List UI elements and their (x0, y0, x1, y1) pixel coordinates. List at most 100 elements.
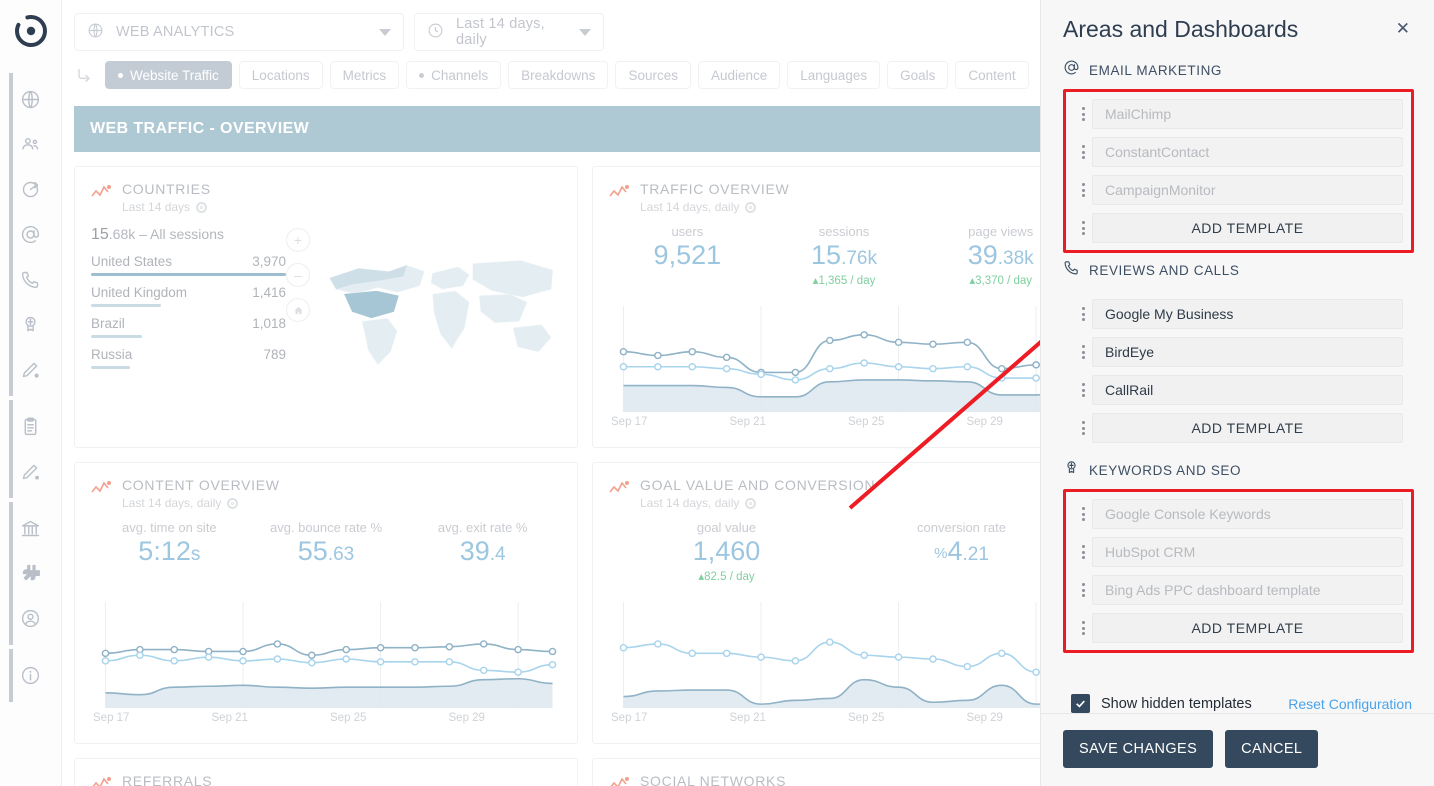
drag-handle-icon[interactable] (1074, 499, 1092, 529)
template-row[interactable]: ConstantContact (1074, 137, 1403, 167)
tab-locations[interactable]: Locations (238, 61, 323, 89)
sidebar-item-profile[interactable] (9, 596, 53, 641)
chevron-down-icon[interactable] (379, 28, 391, 36)
target-icon (745, 497, 757, 509)
drag-handle-icon[interactable] (1074, 613, 1092, 643)
template-name[interactable]: Google Console Keywords (1092, 499, 1403, 529)
template-name[interactable]: HubSpot CRM (1092, 537, 1403, 567)
template-name[interactable]: CampaignMonitor (1092, 175, 1403, 205)
chart-goal-value[interactable]: Sep 17 Sep 21 Sep 25 Sep 29 (609, 600, 1085, 735)
panel-section-list: MailChimp ConstantContact CampaignMonitor A… (1063, 89, 1414, 253)
add-template-row[interactable]: ADD TEMPLATE (1074, 213, 1403, 243)
widget-subtitle: Last 14 days (122, 200, 211, 214)
reset-configuration-link[interactable]: Reset Configuration (1288, 696, 1412, 712)
widget-social-networks[interactable]: SOCIAL NETWORKS Last 14 days (592, 758, 1096, 786)
country-row[interactable]: United Kingdom 1,416 (91, 285, 286, 307)
cancel-button[interactable]: CANCEL (1225, 730, 1319, 768)
minus-icon[interactable]: – (286, 263, 310, 287)
chart-content-overview[interactable]: Sep 17 Sep 21 Sep 25 Sep 29 (91, 600, 567, 735)
sidebar-item-web-analytics[interactable] (9, 77, 53, 122)
drag-handle-icon[interactable] (1074, 413, 1092, 443)
template-name[interactable]: Google My Business (1092, 299, 1403, 329)
date-range-selector[interactable]: Last 14 days, daily (414, 13, 604, 51)
template-row[interactable]: Bing Ads PPC dashboard template (1074, 575, 1403, 605)
widget-title: COUNTRIES (122, 181, 211, 197)
add-template-row[interactable]: ADD TEMPLATE (1074, 613, 1403, 643)
tab-channels[interactable]: Channels (406, 61, 502, 89)
drag-handle-icon[interactable] (1074, 213, 1092, 243)
widget-traffic-overview[interactable]: TRAFFIC OVERVIEW Last 14 days, daily use… (592, 166, 1096, 448)
world-map[interactable] (320, 226, 561, 391)
add-template-button[interactable]: ADD TEMPLATE (1092, 613, 1403, 643)
widget-content-overview[interactable]: CONTENT OVERVIEW Last 14 days, daily avg… (74, 462, 578, 744)
template-name[interactable]: Bing Ads PPC dashboard template (1092, 575, 1403, 605)
close-icon[interactable]: ✕ (1392, 16, 1414, 41)
sidebar-item-accounts[interactable] (9, 506, 53, 551)
sidebar-group (8, 398, 53, 500)
save-changes-button[interactable]: SAVE CHANGES (1063, 730, 1214, 768)
plus-icon[interactable]: + (286, 228, 310, 252)
template-row[interactable]: CallRail (1074, 375, 1403, 405)
widget-countries[interactable]: COUNTRIES Last 14 days 15.68k – All sess… (74, 166, 578, 448)
x-tick: Sep 21 (729, 416, 766, 428)
tab-website-traffic[interactable]: Website Traffic (105, 61, 232, 89)
tab-goals[interactable]: Goals (887, 61, 949, 89)
sidebar-item-integrations[interactable] (9, 551, 53, 596)
panel-sections: EMAIL MARKETING MailChimp ConstantContact C… (1041, 43, 1434, 680)
drag-handle-icon[interactable] (1074, 337, 1092, 367)
app-logo-icon[interactable] (13, 13, 49, 49)
template-row[interactable]: HubSpot CRM (1074, 537, 1403, 567)
country-row[interactable]: Brazil 1,018 (91, 316, 286, 338)
sidebar-item-ads[interactable] (9, 167, 53, 212)
add-template-button[interactable]: ADD TEMPLATE (1092, 413, 1403, 443)
widget-referrals[interactable]: REFERRALS Last 14 days (74, 758, 578, 786)
drag-handle-icon[interactable] (1074, 375, 1092, 405)
kpi-value: 39 (459, 536, 490, 566)
sidebar-item-reports[interactable] (9, 404, 53, 449)
chevron-down-icon[interactable] (579, 28, 591, 36)
tab-languages[interactable]: Languages (787, 61, 881, 89)
template-name[interactable]: CallRail (1092, 375, 1403, 405)
workspace-selector[interactable]: WEB ANALYTICS (74, 13, 404, 51)
add-template-row[interactable]: ADD TEMPLATE (1074, 413, 1403, 443)
template-row[interactable]: CampaignMonitor (1074, 175, 1403, 205)
country-row[interactable]: Russia 789 (91, 347, 286, 369)
drag-handle-icon[interactable] (1074, 137, 1092, 167)
widget-goal-value-and-conversion[interactable]: GOAL VALUE AND CONVERSION Last 14 days, … (592, 462, 1096, 744)
sidebar-item-audience[interactable] (9, 122, 53, 167)
home-icon[interactable] (286, 298, 310, 322)
kpi-users: users 9,521 (609, 224, 766, 287)
template-row[interactable]: BirdEye (1074, 337, 1403, 367)
sidebar-item-reviews-and-calls[interactable] (9, 257, 53, 302)
kpi-value: 4 (947, 536, 963, 566)
sidebar-item-info[interactable] (9, 653, 53, 698)
drag-handle-icon[interactable] (1074, 299, 1092, 329)
tab-sources[interactable]: Sources (615, 61, 691, 89)
tab-metrics[interactable]: Metrics (329, 61, 400, 89)
country-value: 1,416 (252, 285, 286, 300)
add-template-button[interactable]: ADD TEMPLATE (1092, 213, 1403, 243)
tab-breakdowns[interactable]: Breakdowns (508, 61, 609, 89)
sparkline-icon (609, 776, 631, 786)
template-name[interactable]: MailChimp (1092, 99, 1403, 129)
drag-handle-icon[interactable] (1074, 99, 1092, 129)
template-name[interactable]: ConstantContact (1092, 137, 1403, 167)
sidebar-item-keywords-and-seo[interactable] (9, 302, 53, 347)
drag-handle-icon[interactable] (1074, 575, 1092, 605)
chart-traffic-overview[interactable]: Sep 17 Sep 21 Sep 25 Sep 29 (609, 304, 1085, 439)
show-hidden-templates-checkbox[interactable] (1071, 694, 1090, 713)
sidebar-item-email-marketing[interactable] (9, 212, 53, 257)
kpi-value-suffix: .21 (962, 544, 989, 565)
sidebar-item-annotations[interactable] (9, 449, 53, 494)
drag-handle-icon[interactable] (1074, 537, 1092, 567)
template-row[interactable]: MailChimp (1074, 99, 1403, 129)
x-tick: Sep 21 (729, 712, 766, 724)
template-name[interactable]: BirdEye (1092, 337, 1403, 367)
template-row[interactable]: Google Console Keywords (1074, 499, 1403, 529)
drag-handle-icon[interactable] (1074, 175, 1092, 205)
tab-content[interactable]: Content (955, 61, 1029, 89)
sidebar-item-editor[interactable] (9, 347, 53, 392)
tab-audience[interactable]: Audience (697, 61, 781, 89)
country-row[interactable]: United States 3,970 (91, 254, 286, 276)
template-row[interactable]: Google My Business (1074, 299, 1403, 329)
